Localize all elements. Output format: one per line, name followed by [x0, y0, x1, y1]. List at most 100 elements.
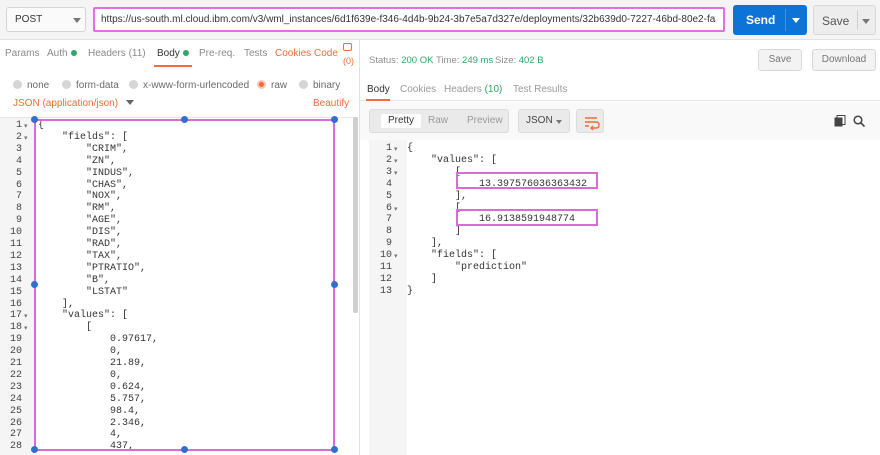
save-request-button[interactable]: Save	[813, 5, 876, 35]
preview-button[interactable]: Preview	[467, 115, 503, 126]
response-body-viewer[interactable]: 1 ▾{2 ▾ "values": [3 ▾ [4 13.39757603636343…	[369, 140, 880, 455]
format-select-label: JSON	[526, 115, 553, 126]
save-divider	[857, 10, 858, 30]
line-number: 10	[379, 250, 392, 262]
pretty-button[interactable]: Pretty	[381, 114, 421, 128]
radio-raw[interactable]: raw	[257, 80, 287, 91]
tab-prereq[interactable]: Pre-req.	[199, 48, 235, 59]
fold-toggle-icon[interactable]: ▾	[24, 312, 28, 320]
editor-scrollbar[interactable]	[353, 117, 358, 313]
line-number: 11	[379, 262, 392, 273]
code-line: "values": [	[407, 154, 498, 166]
line-number: 7	[385, 214, 392, 226]
line-number: 5	[15, 167, 22, 179]
radio-urlencoded[interactable]: x-www-form-urlencoded	[129, 80, 249, 91]
tab-tests[interactable]: Tests	[244, 48, 267, 59]
tab-test-results[interactable]: Test Results	[513, 84, 567, 95]
tab-auth[interactable]: Auth	[47, 48, 77, 59]
tab-body-label: Body	[157, 48, 180, 59]
selection-handle[interactable]	[31, 116, 38, 123]
fold-toggle-icon[interactable]: ▾	[394, 157, 398, 165]
fold-toggle-icon[interactable]: ▾	[394, 169, 398, 177]
line-number: 16	[9, 298, 22, 310]
url-input[interactable]: https://us-south.ml.cloud.ibm.com/v3/wml…	[93, 7, 725, 32]
wrap-lines-button[interactable]	[576, 109, 604, 133]
line-number: 27	[9, 429, 22, 441]
format-select[interactable]: JSON	[518, 109, 570, 133]
tab-response-cookies[interactable]: Cookies	[400, 84, 436, 95]
line-number: 13	[9, 262, 22, 274]
code-line: "fields": [	[407, 250, 498, 262]
selection-handle[interactable]	[331, 446, 338, 453]
copy-icon[interactable]	[834, 115, 846, 127]
line-number: 24	[9, 393, 22, 405]
content-type-label: JSON (application/json)	[13, 98, 119, 109]
fold-toggle-icon[interactable]: ▾	[24, 324, 28, 332]
code-line: ],	[407, 238, 444, 250]
line-number: 1	[15, 120, 22, 131]
send-button[interactable]: Send	[733, 5, 807, 35]
line-number: 9	[15, 215, 22, 227]
comments-icon[interactable]	[343, 43, 352, 51]
selection-handle[interactable]	[181, 116, 188, 123]
cookies-link[interactable]: Cookies	[275, 48, 311, 59]
fold-toggle-icon[interactable]: ▾	[24, 134, 28, 142]
line-number: 22	[9, 369, 22, 381]
code-link[interactable]: Code	[314, 48, 338, 59]
send-options-chevron-icon[interactable]	[792, 18, 800, 23]
method-select[interactable]: POST	[6, 7, 86, 32]
fold-toggle-icon[interactable]: ▾	[24, 122, 28, 130]
line-number: 9	[385, 238, 392, 250]
selection-handle[interactable]	[331, 281, 338, 288]
radio-none-label: none	[27, 80, 50, 91]
radio-none[interactable]: none	[13, 80, 49, 91]
line-number: 26	[9, 417, 22, 429]
download-button[interactable]: Download	[812, 49, 876, 71]
save-options-chevron-icon[interactable]	[862, 19, 870, 24]
tab-body[interactable]: Body	[157, 48, 189, 59]
line-number: 12	[9, 250, 22, 262]
line-number: 15	[9, 286, 22, 298]
selection-handle[interactable]	[31, 281, 38, 288]
line-number: 10	[9, 227, 22, 239]
code-line: {	[407, 143, 414, 154]
status-indicator: Status: 200 OK	[369, 55, 433, 66]
line-number: 8	[385, 226, 392, 238]
line-number: 28	[9, 441, 22, 453]
tab-auth-label: Auth	[47, 48, 68, 59]
save-response-button[interactable]: Save	[758, 49, 802, 71]
tab-headers[interactable]: Headers (11)	[88, 48, 146, 59]
selection-handle[interactable]	[331, 116, 338, 123]
line-number: 6	[385, 202, 392, 214]
line-number: 4	[15, 155, 22, 167]
radio-binary[interactable]: binary	[299, 80, 340, 91]
fold-toggle-icon[interactable]: ▾	[394, 205, 398, 213]
selection-handle[interactable]	[31, 446, 38, 453]
fold-toggle-icon[interactable]: ▾	[394, 145, 398, 153]
line-number: 17	[9, 310, 22, 322]
tab-response-headers[interactable]: Headers (10)	[444, 84, 502, 95]
line-number: 2	[385, 154, 392, 166]
selection-handle[interactable]	[181, 446, 188, 453]
method-label: POST	[15, 14, 43, 25]
raw-button[interactable]: Raw	[428, 115, 448, 126]
code-line: ],	[407, 190, 468, 202]
tab-response-body[interactable]: Body	[367, 84, 390, 95]
highlight-box	[456, 209, 598, 226]
radio-form-data[interactable]: form-data	[62, 80, 119, 91]
response-toolbar: Pretty Raw Preview JSON	[360, 102, 880, 140]
active-tab-indicator	[154, 65, 192, 67]
fold-toggle-icon[interactable]: ▾	[394, 252, 398, 260]
beautify-link[interactable]: Beautify	[313, 98, 349, 109]
response-headers-label: Headers	[444, 84, 482, 95]
search-icon[interactable]	[853, 115, 865, 127]
tab-params[interactable]: Params	[5, 48, 39, 59]
time-value: 249 ms	[462, 55, 494, 66]
response-headers-count: (10)	[484, 84, 503, 95]
line-number: 6	[15, 179, 22, 191]
content-type-select[interactable]: JSON (application/json)	[13, 98, 135, 109]
radio-raw-selected-icon	[257, 80, 266, 89]
line-number: 3	[385, 166, 392, 178]
line-number: 14	[9, 274, 22, 286]
radio-none-icon	[13, 80, 22, 89]
